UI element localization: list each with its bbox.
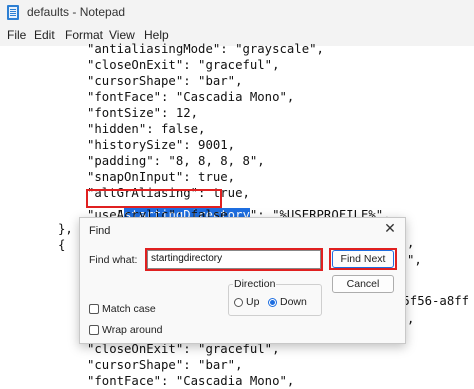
code-line: "historySize": 9001, (87, 138, 236, 152)
cancel-button[interactable]: Cancel (332, 275, 394, 293)
code-line: "padding": "8, 8, 8, 8", (87, 154, 265, 168)
code-line: "cursorShape": "bar", (87, 358, 243, 372)
find-what-label: Find what: (89, 254, 138, 266)
match-case-checkbox[interactable] (89, 304, 99, 314)
code-line: "fontSize": 12, (87, 106, 199, 120)
direction-label: Direction (233, 278, 277, 290)
title-bar: defaults - Notepad (0, 0, 474, 26)
menu-edit[interactable]: Edit (34, 28, 55, 42)
annotation-highlight-box (86, 189, 222, 208)
menu-format[interactable]: Format (65, 28, 103, 42)
code-fragment: -5f56-a8ff (395, 294, 470, 308)
code-line: "antialiasingMode": "grayscale", (87, 42, 324, 56)
code-line: "snapOnInput": true, (87, 170, 236, 184)
code-line: "cursorShape": "bar", (87, 74, 243, 88)
code-line: }, (58, 222, 73, 236)
code-fragment: , (407, 312, 415, 326)
annotation-input-box (145, 248, 323, 271)
annotation-button-box (329, 248, 397, 270)
code-line: "fontFace": "Cascadia Mono", (87, 90, 295, 104)
up-label: Up (246, 296, 260, 308)
menu-file[interactable]: File (7, 28, 26, 42)
menu-view[interactable]: View (109, 28, 135, 42)
match-case-label: Match case (102, 303, 156, 315)
code-fragment: , (407, 236, 415, 250)
notepad-icon (7, 5, 19, 20)
up-radio[interactable] (234, 298, 243, 307)
code-fragment: ", (407, 253, 422, 267)
code-line: "fontFace": "Cascadia Mono", (87, 374, 295, 388)
down-radio[interactable] (268, 298, 277, 307)
code-line: "hidden": false, (87, 122, 206, 136)
code-line: "closeOnExit": "graceful", (87, 58, 280, 72)
window-title: defaults - Notepad (27, 5, 126, 19)
wrap-around-label: Wrap around (102, 324, 163, 336)
close-icon[interactable]: ✕ (383, 221, 397, 235)
menu-help[interactable]: Help (144, 28, 169, 42)
dialog-title: Find (89, 225, 111, 237)
code-line: { (58, 238, 66, 252)
find-dialog: Find ✕ Find what: startingdirectory Find… (79, 217, 406, 344)
down-label: Down (280, 296, 307, 308)
wrap-around-checkbox[interactable] (89, 325, 99, 335)
